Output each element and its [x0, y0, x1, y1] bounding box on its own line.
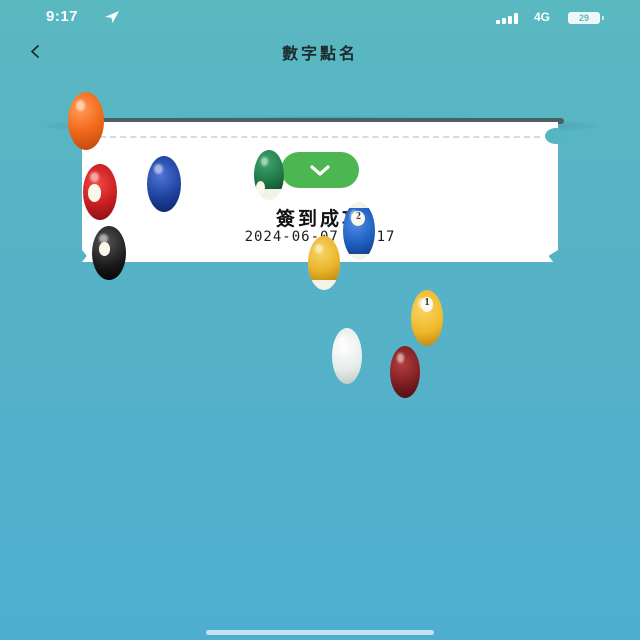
white-cue-ball — [332, 328, 362, 384]
orange-ball — [68, 92, 104, 150]
yellow-striped-ball — [308, 236, 340, 290]
green-striped-ball — [254, 150, 284, 200]
status-time: 9:17 — [46, 8, 79, 25]
red-ball — [83, 164, 117, 220]
black-ball — [92, 226, 126, 280]
ball-number-label: 1 — [420, 296, 434, 313]
battery-icon: 29 — [568, 12, 600, 24]
page-title: 數字點名 — [281, 44, 358, 63]
location-arrow-icon — [105, 11, 119, 23]
network-type: 4G — [534, 10, 551, 24]
home-indicator[interactable] — [206, 630, 434, 635]
battery-cap — [602, 16, 604, 20]
signal-bars-icon — [496, 13, 518, 24]
ticket-notch — [545, 128, 567, 144]
success-badge — [281, 152, 359, 188]
ticket-perforation — [100, 136, 540, 138]
yellow-ball: 1 — [411, 290, 443, 346]
maroon-ball — [390, 346, 420, 398]
blue-ball — [147, 156, 181, 212]
status-bar: 9:17 4G 29 — [0, 0, 640, 36]
checkmark-icon — [310, 165, 330, 176]
blue-striped-ball: 2 — [343, 202, 375, 260]
